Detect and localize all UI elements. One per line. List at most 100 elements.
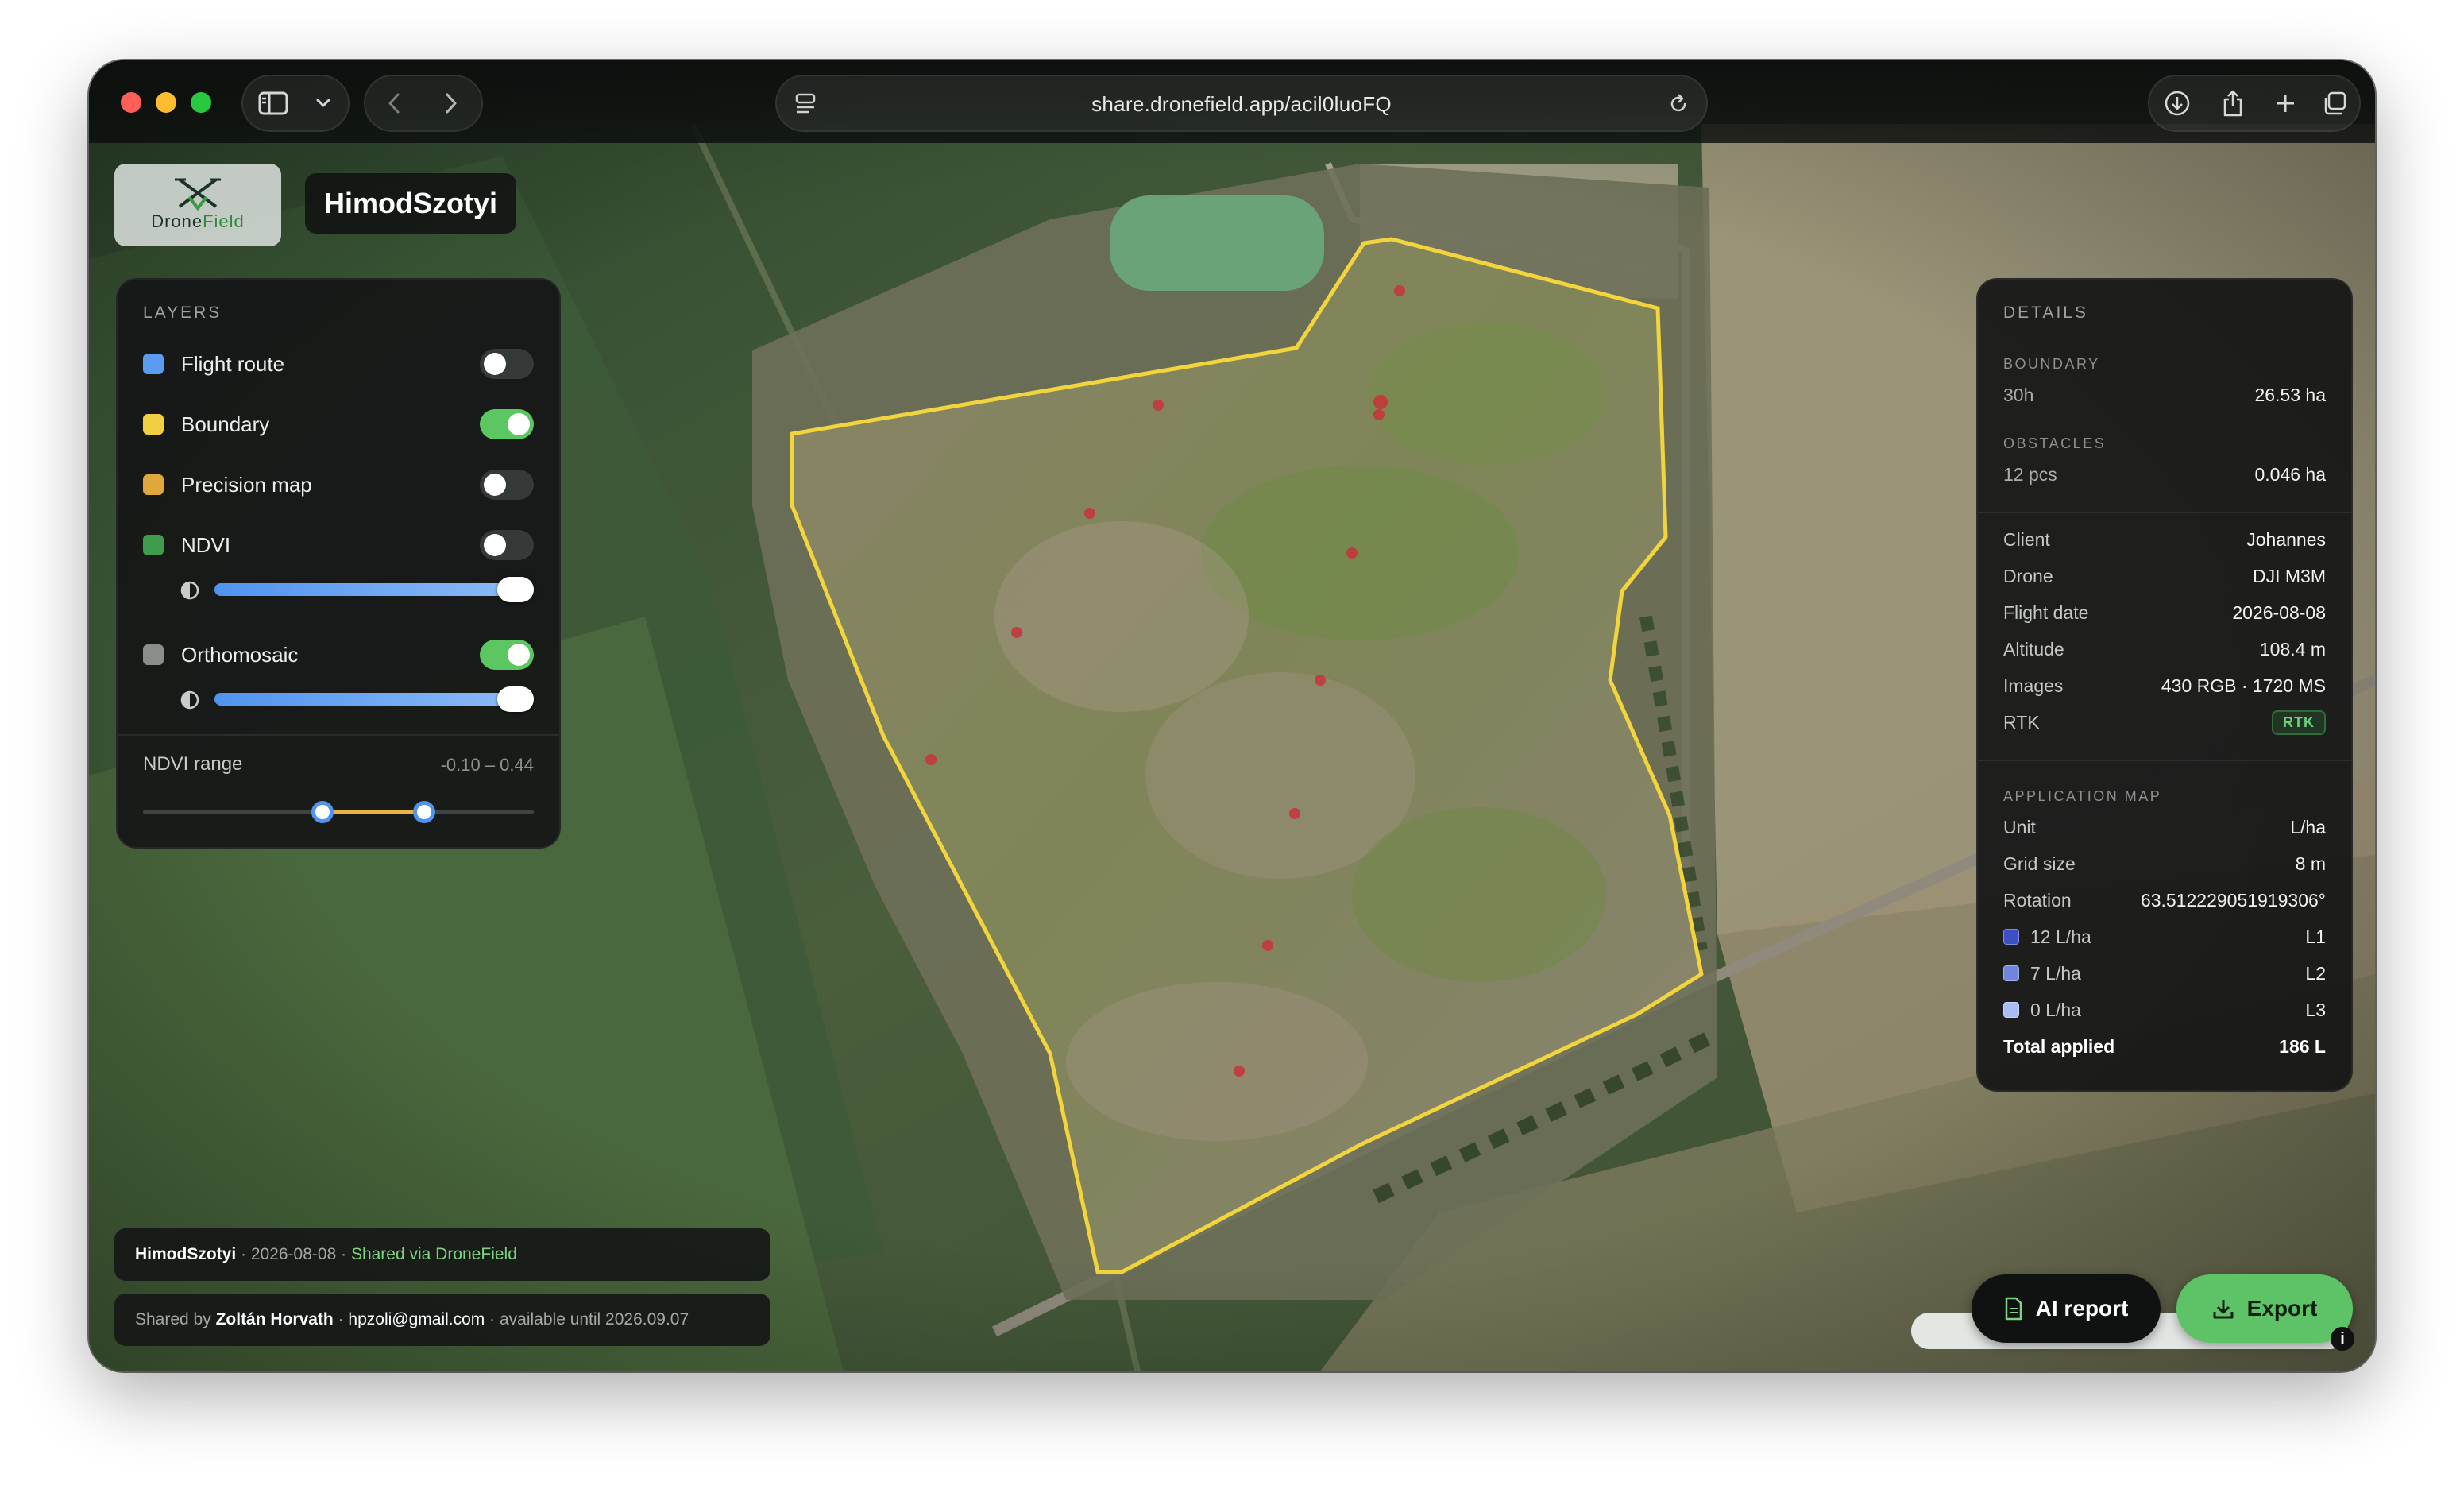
detail-value: 63.512229051919306° xyxy=(2140,890,2326,911)
layer-label: Boundary xyxy=(181,412,270,436)
slider-track[interactable] xyxy=(214,583,534,596)
slider-handle[interactable] xyxy=(497,686,534,712)
layer-swatch xyxy=(143,474,164,495)
appmap-level-1: 12 L/ha L1 xyxy=(2003,926,2326,952)
ndvi-opacity-slider[interactable] xyxy=(180,574,534,605)
boundary-area: 26.53 ha xyxy=(2254,385,2326,405)
range-max-handle[interactable] xyxy=(413,801,436,823)
layer-swatch xyxy=(143,414,164,435)
shared-via-link[interactable]: Shared via DroneField xyxy=(351,1245,517,1263)
detail-key: Drone xyxy=(2003,566,2053,586)
detail-value: Johannes xyxy=(2246,529,2326,550)
new-tab-icon xyxy=(2277,95,2294,112)
detail-key: Unit xyxy=(2003,817,2036,837)
orthomosaic-toggle[interactable] xyxy=(480,640,534,670)
toggle-knob xyxy=(484,474,506,496)
range-min-handle[interactable] xyxy=(311,801,334,823)
owner-email[interactable]: hpzoli@gmail.com xyxy=(348,1310,485,1328)
ai-report-label: AI report xyxy=(2035,1296,2129,1321)
detail-value: DJI M3M xyxy=(2253,566,2326,586)
boundary-section-label: BOUNDARY xyxy=(2003,356,2100,372)
forward-button[interactable] xyxy=(423,76,480,130)
detail-value: 2026-08-08 xyxy=(2232,602,2326,623)
share-button[interactable] xyxy=(2205,76,2261,130)
obstacles-section-label: OBSTACLES xyxy=(2003,435,2107,451)
detail-key: Rotation xyxy=(2003,890,2072,911)
minimize-window-button[interactable] xyxy=(156,92,176,113)
rtk-badge: RTK xyxy=(2272,710,2326,735)
toggle-knob xyxy=(484,534,506,556)
zoom-window-button[interactable] xyxy=(191,92,211,113)
reload-icon[interactable] xyxy=(1666,92,1690,116)
chevron-down-icon xyxy=(316,99,330,107)
url-text[interactable]: share.dronefield.app/acil0luoFQ xyxy=(777,92,1706,117)
layers-heading: LAYERS xyxy=(143,304,222,322)
sidebar-toggle-group xyxy=(241,75,350,132)
ai-report-button[interactable]: AI report xyxy=(1972,1274,2161,1343)
dronefield-logo[interactable]: DroneField xyxy=(114,164,281,246)
back-button[interactable] xyxy=(365,76,423,130)
detail-key: Grid size xyxy=(2003,853,2076,874)
export-label: Export xyxy=(2246,1296,2318,1321)
tab-overview-button[interactable] xyxy=(2310,76,2359,130)
contrast-icon xyxy=(180,581,199,600)
ndvi-toggle[interactable] xyxy=(480,530,534,560)
level-rate: 7 L/ha xyxy=(2030,963,2081,984)
logo-suffix: Field xyxy=(203,211,245,231)
boundary-row: 30h 26.53 ha xyxy=(2003,385,2326,410)
site-name: HimodSzotyi xyxy=(305,173,517,234)
layer-swatch xyxy=(143,644,164,665)
boundary-toggle[interactable] xyxy=(480,409,534,439)
availability-text: · available until 2026.09.07 xyxy=(485,1310,689,1328)
layers-panel: LAYERS Flight route Boundary Precision m… xyxy=(116,278,561,849)
orthomosaic-opacity-slider[interactable] xyxy=(180,683,534,715)
drone-logo-icon xyxy=(175,178,221,211)
footer-separator: · xyxy=(333,1310,349,1328)
level-swatch xyxy=(2003,929,2019,945)
downloads-button[interactable] xyxy=(2149,76,2205,130)
slider-handle[interactable] xyxy=(497,577,534,602)
new-tab-button[interactable] xyxy=(2261,76,2310,130)
level-name: L2 xyxy=(2305,963,2326,984)
tab-group-menu-button[interactable] xyxy=(303,76,343,130)
appmap-total-applied: Total applied 186 L xyxy=(2003,1036,2326,1062)
appmap-level-3: 0 L/ha L3 xyxy=(2003,1000,2326,1025)
logo-wordmark: DroneField xyxy=(114,211,281,232)
layer-label: NDVI xyxy=(181,532,231,557)
total-key: Total applied xyxy=(2003,1036,2115,1057)
appmap-row-unit: Unit L/ha xyxy=(2003,817,2326,842)
level-name: L3 xyxy=(2305,1000,2326,1020)
detail-key: RTK xyxy=(2003,712,2040,733)
info-icon[interactable]: i xyxy=(2331,1327,2354,1351)
browser-window: share.dronefield.app/acil0luoFQ DroneFie… xyxy=(89,60,2375,1371)
detail-row-images: Images 430 RGB · 1720 MS xyxy=(2003,675,2326,701)
level-rate-cell: 12 L/ha xyxy=(2003,926,2091,948)
flight-route-toggle[interactable] xyxy=(480,349,534,379)
export-button[interactable]: Export xyxy=(2176,1274,2353,1343)
slider-track[interactable] xyxy=(214,693,534,706)
panel-divider xyxy=(1978,512,2351,513)
details-heading: DETAILS xyxy=(2003,304,2088,322)
sidebar-toggle-button[interactable] xyxy=(243,76,303,130)
detail-row-altitude: Altitude 108.4 m xyxy=(2003,639,2326,664)
application-map-section-label: APPLICATION MAP xyxy=(2003,788,2162,804)
detail-row-flight-date: Flight date 2026-08-08 xyxy=(2003,602,2326,628)
detail-key: Altitude xyxy=(2003,639,2064,659)
footer-separator: · xyxy=(236,1245,251,1263)
obstacles-area: 0.046 ha xyxy=(2254,464,2326,485)
obstacles-row: 12 pcs 0.046 ha xyxy=(2003,464,2326,489)
detail-row-drone: Drone DJI M3M xyxy=(2003,566,2326,591)
precision-map-toggle[interactable] xyxy=(480,470,534,500)
download-icon xyxy=(2165,91,2190,116)
address-bar[interactable]: share.dronefield.app/acil0luoFQ xyxy=(775,75,1708,132)
detail-value: 108.4 m xyxy=(2259,639,2326,659)
detail-value: 8 m xyxy=(2295,853,2326,874)
level-swatch xyxy=(2003,965,2019,981)
history-nav-group xyxy=(364,75,483,132)
layer-swatch xyxy=(143,535,164,555)
detail-value: 430 RGB · 1720 MS xyxy=(2161,675,2326,696)
share-info-bar: HimodSzotyi · 2026-08-08 · Shared via Dr… xyxy=(114,1228,770,1281)
close-window-button[interactable] xyxy=(121,92,141,113)
ndvi-range-slider[interactable] xyxy=(143,801,534,823)
level-swatch xyxy=(2003,1002,2019,1018)
